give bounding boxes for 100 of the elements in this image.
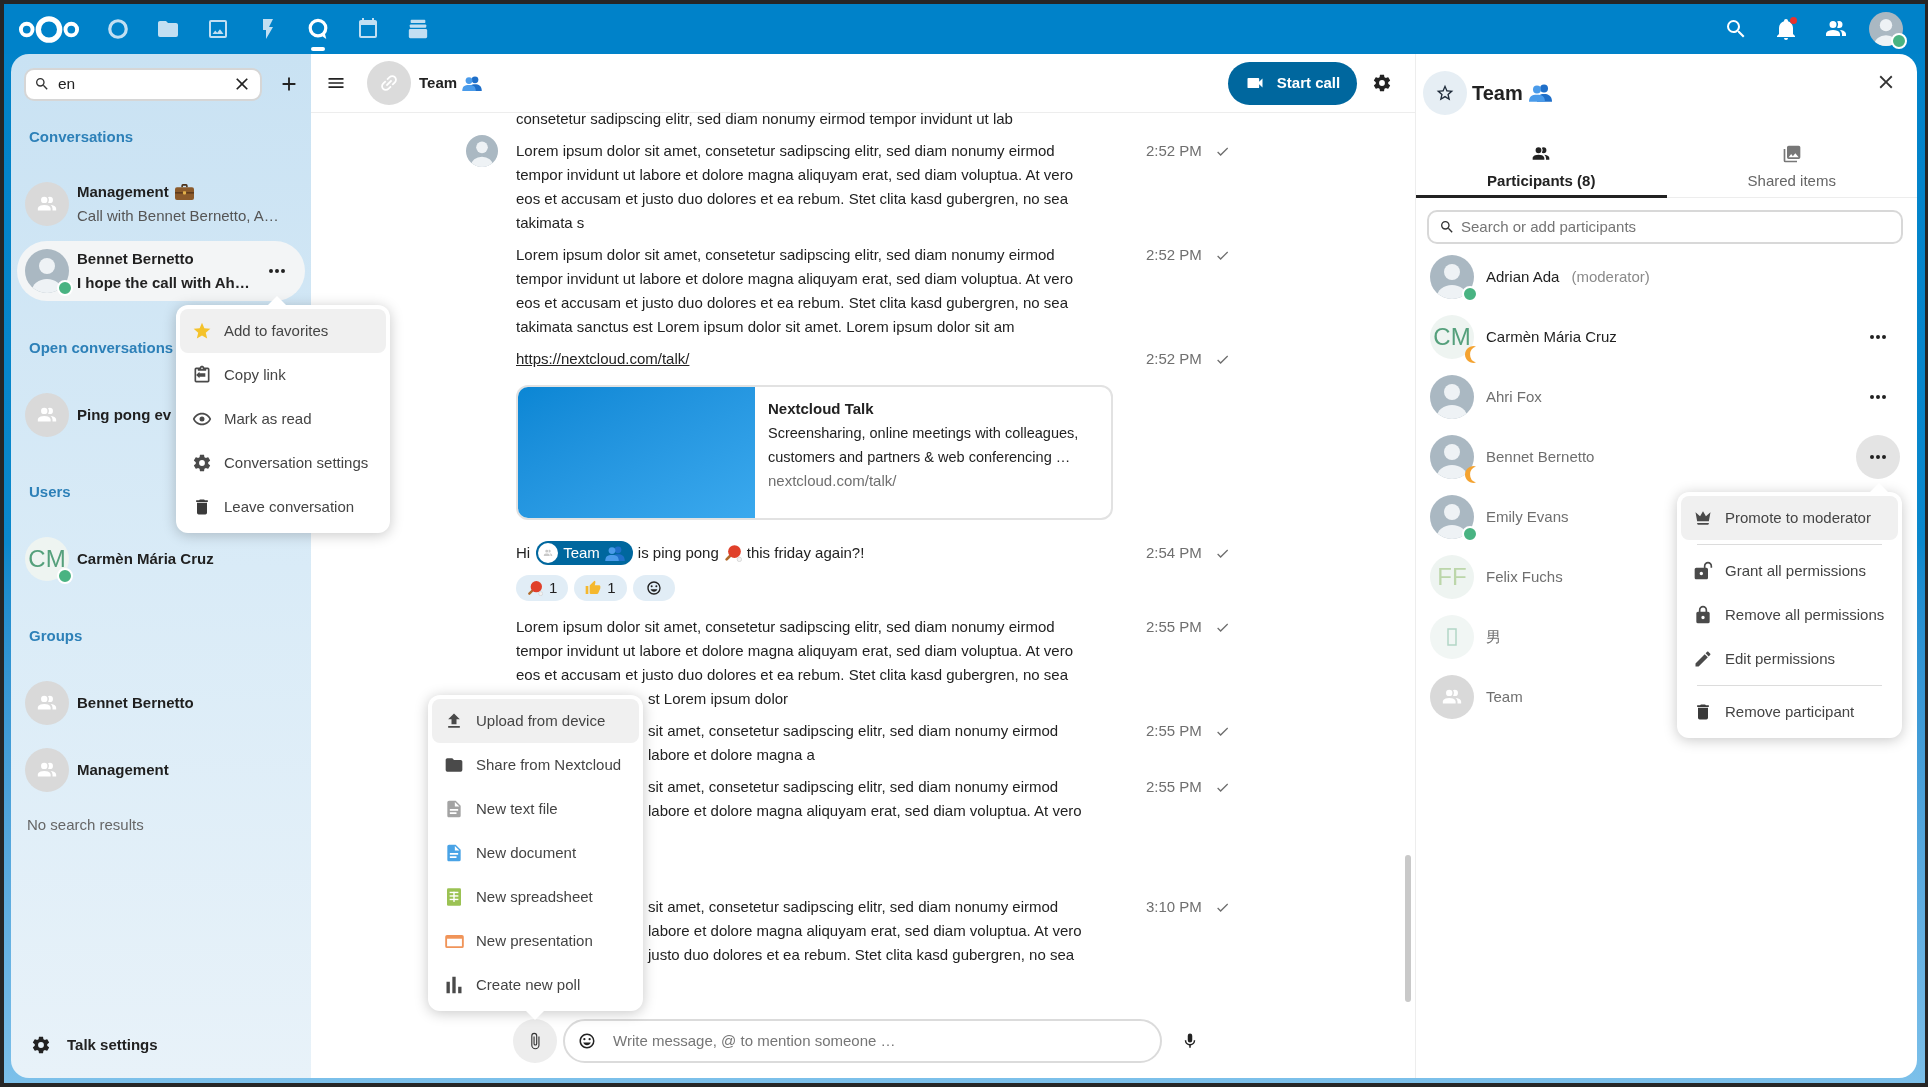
menu-item[interactable]: Remove all permissions — [1681, 593, 1898, 637]
pencil-icon — [1693, 649, 1713, 669]
menu-item[interactable]: New text file — [432, 787, 639, 831]
conversation-item[interactable]: Bennet Bernetto — [17, 673, 305, 733]
conversation-item[interactable]: CM Carmèn Mária Cruz — [17, 529, 305, 589]
scrollbar[interactable] — [1405, 855, 1411, 1002]
conversation-title: Management — [77, 760, 169, 780]
stacked-cards-icon — [407, 18, 429, 40]
section-heading: Groups — [28, 626, 84, 646]
tab[interactable]: Shared items — [1666, 138, 1917, 198]
initials-avatar: CM — [25, 537, 69, 581]
link-preview-card[interactable]: Nextcloud Talk Screensharing, online meetings with colleagues, customers and partners & web conferencing … nextcloud.com/talk/ — [516, 385, 1113, 520]
menu-item[interactable]: Remove participant — [1681, 690, 1898, 734]
participant-name: Emily Evans — [1486, 506, 1569, 527]
settings-icon — [31, 1035, 51, 1055]
user-avatar — [1869, 12, 1903, 46]
settings-icon — [1372, 73, 1392, 93]
menu-item[interactable]: Mark as read — [180, 397, 386, 441]
message-text: sit amet, consetetur sadipscing elitr, sed diam nonumy eirmod labore et dolore magna a — [648, 721, 1059, 765]
attach-button[interactable] — [513, 1019, 557, 1063]
mention-chip[interactable]: Team — [536, 541, 633, 565]
conversation-title: Bennet Bernetto — [77, 249, 194, 269]
start-call-button[interactable]: Start call — [1228, 61, 1357, 105]
speech-bubble-icon — [307, 18, 329, 40]
participant-actions-button[interactable] — [1856, 435, 1900, 479]
message-input[interactable]: Write message, @ to mention someone … — [563, 1019, 1162, 1063]
menu-item[interactable]: Promote to moderator — [1681, 496, 1898, 540]
add-reaction-button[interactable] — [632, 575, 675, 601]
reaction-button[interactable]: 1 — [574, 575, 627, 601]
message-text: sit amet, consetetur sadipscing elitr, sed diam nonumy eirmod labore et dolore magna aliquyam erat, sed diam voluptua. At vero justo duo dolores et ea rebum. Stet clita kasd gubergren, no sea — [648, 897, 1082, 965]
search-field[interactable]: en — [24, 67, 262, 101]
message-text: this friday again?! — [746, 543, 865, 563]
conversation-title: Bennet Bernetto — [77, 693, 194, 713]
preview-url: nextcloud.com/talk/ — [768, 471, 898, 491]
menu-item[interactable]: Upload from device — [432, 699, 639, 743]
message-text: Lorem ipsum dolor sit amet, consetetur sadipscing elitr, sed diam nonumy eirmod tempor invidunt ut labore et dolore magna aliquyam erat, sed diam voluptua. At vero eos et accusam et justo duo dolores et ea rebum. Stet clita kasd gubergren, no sea takimata sanctus est Lorem ipsum dolor sit amet. Lorem ipsum dolor sit am — [516, 245, 1073, 337]
conversation-title: Carmèn Mária Cruz — [77, 549, 214, 569]
participant-name: Team — [1486, 686, 1523, 707]
participant-search-field[interactable]: Search or add participants — [1427, 210, 1903, 244]
search-icon — [34, 76, 50, 92]
images-icon — [1781, 144, 1802, 164]
participant-name: Felix Fuchs — [1486, 566, 1563, 587]
menu-item[interactable]: Add to favorites — [180, 309, 386, 353]
participant-name: 男 — [1486, 626, 1501, 647]
mention-avatar — [538, 543, 559, 563]
ping-pong-paddle-icon — [527, 580, 543, 596]
message-time: 2:52 PM — [1146, 350, 1202, 367]
message-time: 2:55 PM — [1146, 722, 1202, 739]
folder-icon — [444, 755, 464, 775]
unlocked-icon — [1693, 561, 1713, 581]
talk-settings-button[interactable]: Talk settings — [21, 1023, 170, 1067]
menu-item[interactable]: Edit permissions — [1681, 637, 1898, 681]
nextcloud-logo[interactable] — [18, 13, 80, 45]
menu-item[interactable]: New spreadsheet — [432, 875, 639, 919]
more-icon — [269, 269, 285, 273]
menu-item[interactable]: Copy link — [180, 353, 386, 397]
tab[interactable]: Participants (8) — [1416, 138, 1667, 198]
participant-name: Adrian Ada — [1486, 266, 1560, 287]
message-link[interactable]: https://nextcloud.com/talk/ — [516, 347, 690, 371]
ring-icon — [107, 18, 129, 40]
menu-item[interactable]: Conversation settings — [180, 441, 386, 485]
message-text: st Lorem ipsum dolor — [648, 689, 789, 709]
participant-name: Carmèn Mária Cruz — [1486, 326, 1617, 347]
initials-avatar: CM — [1430, 315, 1474, 359]
section-heading: Users — [28, 482, 72, 502]
ping-pong-paddle-icon — [723, 544, 742, 562]
conversation-item[interactable]: Bennet Bernetto I hope the call with Ah… — [17, 241, 305, 301]
message-text: is ping pong — [637, 543, 719, 563]
smiley-icon — [578, 1032, 596, 1050]
empty-results-note: No search results — [26, 815, 145, 835]
smiley-icon — [645, 580, 662, 596]
conversation-item[interactable]: Management Call with Bennet Bernetto, A… — [17, 174, 305, 234]
menu-item[interactable]: Leave conversation — [180, 485, 386, 529]
participant-name: Bennet Bernetto — [1486, 446, 1595, 467]
favorite-button[interactable] — [1423, 71, 1467, 115]
menu-item[interactable]: Grant all permissions — [1681, 549, 1898, 593]
menu-item[interactable]: New document — [432, 831, 639, 875]
menu-item[interactable]: New presentation — [432, 919, 639, 963]
settings-icon — [192, 453, 212, 473]
section-heading: Conversations — [28, 127, 135, 147]
menu-item[interactable]: Create new poll — [432, 963, 639, 1007]
message-time: 2:52 PM — [1146, 142, 1202, 159]
reaction-button[interactable]: 1 — [516, 575, 569, 601]
text-file-icon — [444, 799, 464, 819]
people-emoji-icon — [1528, 84, 1552, 102]
participant-role: (moderator) — [1571, 266, 1650, 287]
search-icon — [1439, 219, 1455, 235]
section-heading: Open conversations — [28, 338, 175, 358]
message-time: 2:55 PM — [1146, 778, 1202, 795]
panel-title: Team — [1472, 81, 1523, 106]
bell-icon — [1774, 17, 1798, 41]
people-emoji-icon — [604, 545, 625, 561]
presentation-icon — [444, 934, 464, 948]
conversation-item[interactable]: Management — [17, 740, 305, 800]
conversation-link-avatar — [367, 61, 411, 105]
initials-avatar: FF — [1430, 555, 1474, 599]
image-icon — [206, 17, 230, 41]
star-icon — [192, 321, 212, 341]
menu-item[interactable]: Share from Nextcloud — [432, 743, 639, 787]
preview-description: Screensharing, online meetings with colleagues, customers and partners & web conferencing … — [768, 424, 1079, 467]
